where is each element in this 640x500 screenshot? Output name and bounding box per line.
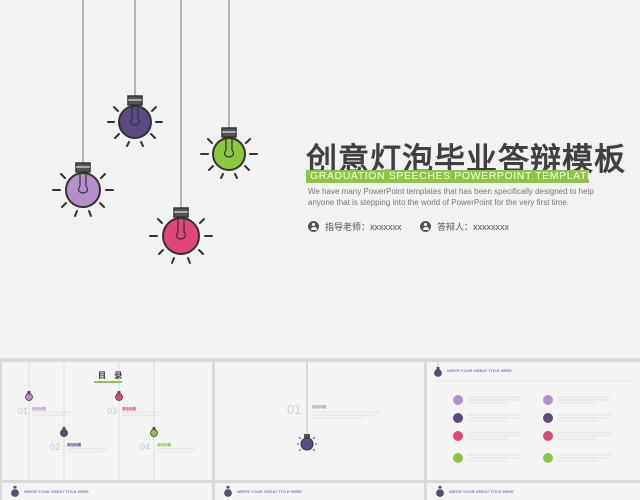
defender-row: 答辩人：xxxxxxxx xyxy=(420,220,509,233)
slide-subtitle: GRADUATION SPEECHES POWERPOINT TEMPLATE xyxy=(306,170,589,183)
thumbnail-bottom-right[interactable]: WRITE YOUR GREAT TITLE HERE xyxy=(427,483,640,500)
list-head-title: WRITE YOUR GREAT TITLE HERE xyxy=(447,368,512,373)
thumbnail-section[interactable]: 01 添加标题 xyxy=(215,362,424,480)
bulb-green-icon xyxy=(200,127,258,179)
person-icon xyxy=(420,221,431,232)
thumbnail-list[interactable]: WRITE YOUR GREAT TITLE HERE xyxy=(427,362,640,480)
toc-label: 添加标题 xyxy=(157,443,171,447)
advisor-row: 指导老师：xxxxxxx xyxy=(308,220,402,233)
thumbnail-toc[interactable]: 目 录 01 添加标题 02 添加标题 03 添加标题 04 添加标题 xyxy=(2,362,212,480)
bulb-purple-dark-icon xyxy=(107,95,163,147)
mini-bulb-icon xyxy=(434,367,442,377)
toc-number: 02 xyxy=(50,442,61,452)
advisor-label: 指导老师：xxxxxxx xyxy=(325,222,402,232)
list-graphics xyxy=(433,362,634,463)
thumbnail-bottom-left[interactable]: WRITE YOUR GREAT TITLE HERE xyxy=(2,483,212,500)
mini-bulb-icon xyxy=(224,486,232,497)
person-icon xyxy=(308,221,319,232)
toc-graphics xyxy=(25,362,197,480)
defender-label: 答辩人：xxxxxxxx xyxy=(437,222,510,232)
thumbnail-bottom-middle[interactable]: WRITE YOUR GREAT TITLE HERE xyxy=(215,483,424,500)
bottom-title: WRITE YOUR GREAT TITLE HERE xyxy=(24,489,89,494)
toc-label: 添加标题 xyxy=(122,407,136,411)
toc-label: 添加标题 xyxy=(32,407,46,411)
toc-number: 01 xyxy=(18,406,29,416)
bottom-title: WRITE YOUR GREAT TITLE HERE xyxy=(237,489,302,494)
bulb-purple-light-icon xyxy=(52,162,114,217)
bulbs-illustration xyxy=(52,0,258,264)
section-graphics xyxy=(297,362,380,452)
mini-bulb-icon xyxy=(60,427,68,437)
toc-number: 04 xyxy=(140,442,151,452)
bulb-pink-icon xyxy=(149,207,213,264)
section-number: 01 xyxy=(287,402,302,417)
bottom-title: WRITE YOUR GREAT TITLE HERE xyxy=(449,489,514,494)
toc-number: 03 xyxy=(107,406,118,416)
section-label: 添加标题 xyxy=(312,405,326,409)
mini-bulb-icon xyxy=(115,391,123,401)
mini-bulb-icon xyxy=(25,391,33,401)
list-dots xyxy=(453,395,553,463)
mini-bulb-icon xyxy=(436,486,444,497)
mini-bulb-icon xyxy=(150,427,158,437)
main-slide: 创意灯泡毕业答辩模板 GRADUATION SPEECHES POWERPOIN… xyxy=(0,0,640,358)
slide-description: We have many PowerPoint templates that h… xyxy=(308,187,594,207)
mini-bulb-icon xyxy=(297,434,317,452)
mini-bulb-icon xyxy=(11,486,19,497)
toc-label: 添加标题 xyxy=(67,443,81,447)
